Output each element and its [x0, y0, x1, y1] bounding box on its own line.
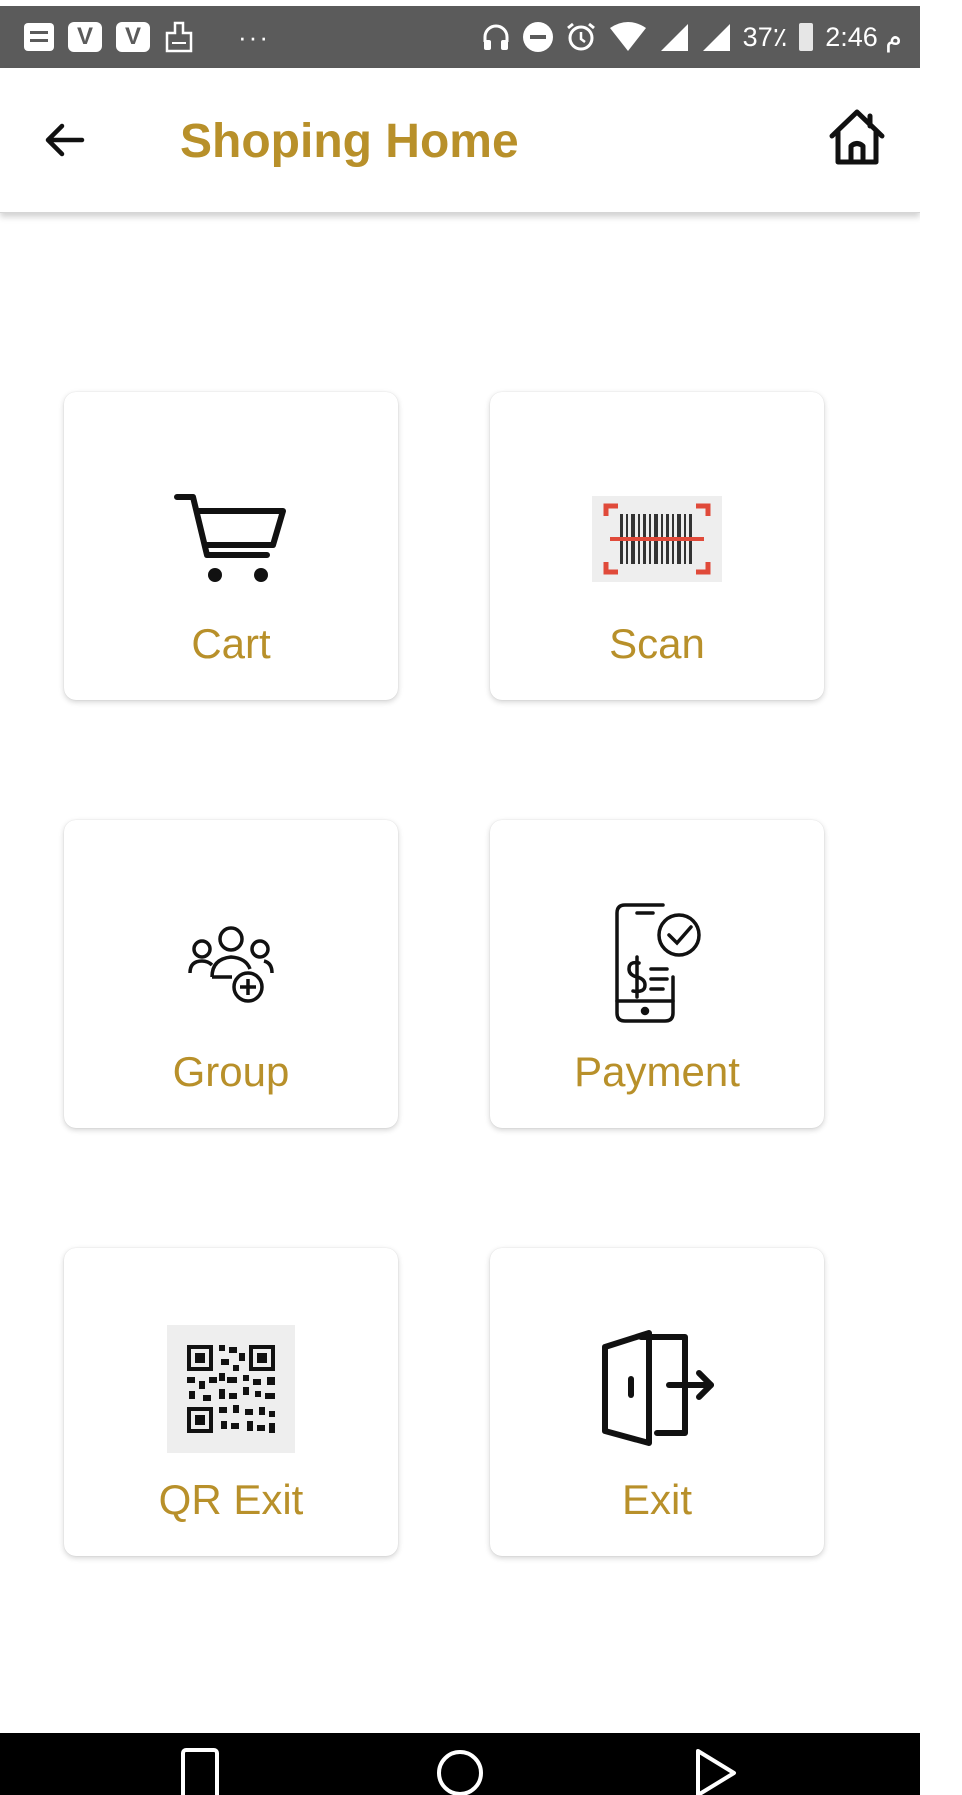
triangle-icon	[696, 1749, 736, 1795]
page-title: Shoping Home	[180, 115, 519, 168]
qr-exit-tile[interactable]: QR Exit	[64, 1248, 398, 1556]
system-navigation-bar	[0, 1733, 920, 1795]
notes-notification-icon	[24, 23, 54, 51]
wifi-icon	[609, 22, 647, 52]
battery-icon	[799, 23, 814, 51]
cart-tile[interactable]: Cart	[64, 392, 398, 700]
tile-label: Payment	[574, 1048, 740, 1095]
app-bar: Shoping Home	[0, 68, 920, 213]
back-nav-button[interactable]	[694, 1747, 738, 1795]
headphones-icon	[481, 22, 511, 52]
alarm-icon	[565, 21, 597, 53]
exit-tile[interactable]: Exit	[490, 1248, 824, 1556]
qr-code-icon	[167, 1325, 295, 1453]
do-not-disturb-icon	[522, 22, 553, 52]
tile-label: Exit	[621, 1476, 692, 1523]
back-button[interactable]	[38, 114, 90, 166]
tile-label: Scan	[609, 620, 705, 667]
square-icon	[181, 1748, 219, 1795]
arrow-left-icon	[45, 123, 85, 157]
more-notifications-icon: ···	[238, 21, 270, 52]
signal-icon-2	[701, 22, 731, 52]
home-button[interactable]	[824, 104, 890, 170]
screenshot-margin	[920, 0, 962, 1795]
mobile-payment-icon	[615, 903, 701, 1023]
exit-door-icon	[602, 1330, 714, 1446]
app-screen: V V ··· 37٪ م 2:46 Shoping Home Cart Sca…	[0, 0, 920, 1795]
circle-icon	[437, 1750, 483, 1795]
home-nav-button[interactable]	[434, 1747, 486, 1795]
scan-tile[interactable]: Scan	[490, 392, 824, 700]
vpn-notification-icon-2: V	[116, 22, 150, 52]
battery-percentage: 37٪	[742, 21, 788, 52]
group-add-icon	[188, 926, 274, 1003]
group-tile[interactable]: Group	[64, 820, 398, 1128]
clock: م 2:46	[825, 21, 902, 52]
vpn-notification-icon: V	[68, 22, 102, 52]
tile-label: Group	[172, 1048, 290, 1095]
payment-tile[interactable]: Payment	[490, 820, 824, 1128]
status-bar: V V ··· 37٪ م 2:46	[0, 6, 920, 68]
shopping-cart-icon	[174, 494, 286, 582]
signal-icon	[659, 22, 689, 52]
tile-label: Cart	[191, 620, 271, 667]
tile-label: QR Exit	[158, 1476, 304, 1523]
cleaner-notification-icon	[164, 21, 194, 53]
barcode-scan-icon	[592, 496, 722, 582]
recent-apps-button[interactable]	[180, 1747, 220, 1795]
home-icon	[829, 109, 885, 165]
